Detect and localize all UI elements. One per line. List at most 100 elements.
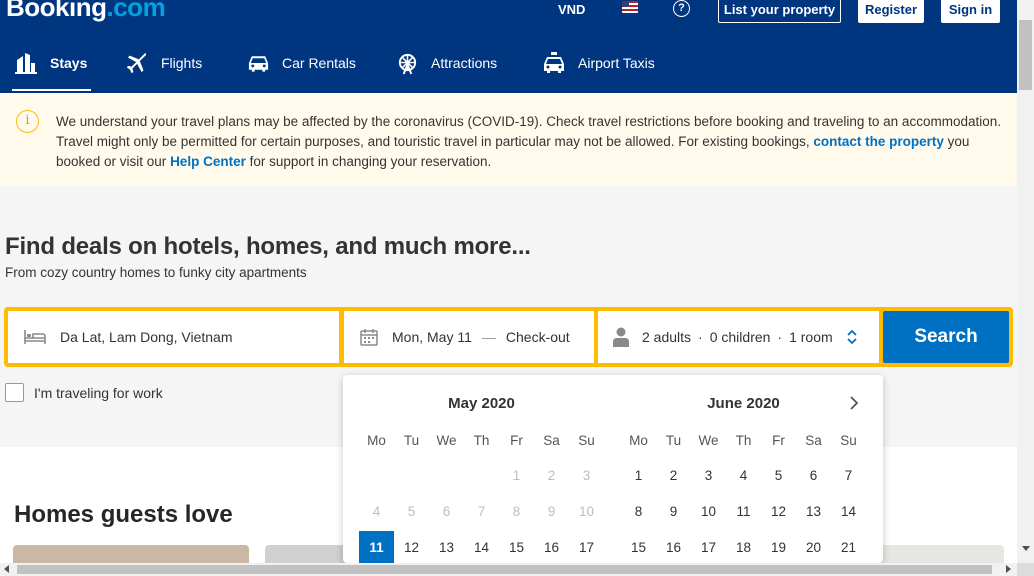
calendar-day[interactable]: 1 [621, 459, 656, 493]
tab-label: Flights [161, 55, 203, 71]
destination-input[interactable]: Da Lat, Lam Dong, Vietnam [8, 311, 339, 363]
booking-logo[interactable]: Booking.com [6, 0, 166, 23]
calendar-day[interactable]: 18 [726, 531, 761, 563]
taxi-icon [544, 52, 564, 73]
tab-attractions[interactable]: Attractions [396, 50, 497, 76]
sign-in-button[interactable]: Sign in [941, 0, 1000, 23]
weekday-label: Su [840, 433, 857, 448]
weekday-label: Sa [543, 433, 560, 448]
calendar-day[interactable]: 4 [726, 459, 761, 493]
scrollbar-thumb[interactable] [17, 565, 992, 574]
weekday-label: We [436, 433, 457, 448]
tab-flights[interactable]: Flights [127, 50, 202, 76]
calendar-day[interactable]: 3 [691, 459, 726, 493]
calendar-day[interactable]: 17 [691, 531, 726, 563]
weekday-label: Sa [805, 433, 822, 448]
work-travel-option[interactable]: I'm traveling for work [5, 383, 163, 402]
homes-guests-love-heading: Homes guests love [14, 501, 233, 528]
calendar-day[interactable]: 12 [394, 531, 429, 563]
scrollbar-thumb[interactable] [1019, 20, 1032, 90]
calendar-day: 4 [372, 504, 381, 519]
covid-notice: i We understand your travel plans may be… [0, 93, 1017, 186]
calendar-icon [360, 329, 378, 346]
home-thumbnail[interactable] [880, 545, 1004, 563]
work-travel-checkbox[interactable] [5, 383, 24, 402]
checkout-value: Check-out [505, 329, 570, 345]
person-icon [613, 327, 629, 347]
calendar-day[interactable]: 15 [499, 531, 534, 563]
calendar-day[interactable]: 11 [359, 531, 394, 563]
month-title: June 2020 [707, 395, 780, 412]
calendar-day[interactable]: 21 [831, 531, 866, 563]
weekday-label: Tu [403, 433, 420, 448]
calendar-day[interactable]: 16 [656, 531, 691, 563]
info-icon: i [16, 110, 39, 133]
calendar-day: 7 [477, 504, 486, 519]
calendar-day[interactable]: 12 [761, 495, 796, 529]
help-center-link[interactable]: Help Center [170, 154, 246, 169]
home-thumbnail[interactable] [265, 545, 355, 563]
calendar-day[interactable]: 5 [761, 459, 796, 493]
horizontal-scrollbar[interactable] [0, 563, 1017, 576]
calendar-day[interactable]: 10 [691, 495, 726, 529]
top-header: Booking.com VND ? List your property Reg… [0, 0, 1017, 93]
month-title: May 2020 [448, 395, 515, 412]
scroll-right-icon[interactable] [1006, 565, 1011, 573]
calendar-day[interactable]: 8 [621, 495, 656, 529]
help-icon[interactable]: ? [673, 0, 690, 17]
list-property-button[interactable]: List your property [718, 0, 841, 23]
calendar-day[interactable]: 14 [831, 495, 866, 529]
guests-selector[interactable]: 2 adults · 0 children · 1 room [598, 311, 879, 363]
calendar-day[interactable]: 14 [464, 531, 499, 563]
calendar-day: 2 [547, 468, 556, 483]
scroll-left-icon[interactable] [4, 565, 9, 573]
up-down-chevron-icon [847, 329, 857, 345]
weekday-label: Mo [629, 433, 648, 448]
tab-stays[interactable]: Stays [11, 50, 92, 91]
search-button[interactable]: Search [883, 311, 1009, 363]
calendar-day: 10 [578, 504, 595, 519]
chevron-right-icon[interactable] [846, 395, 862, 411]
tab-airport-taxis[interactable]: Airport Taxis [542, 50, 655, 76]
calendar-day[interactable]: 13 [796, 495, 831, 529]
calendar-day[interactable]: 6 [796, 459, 831, 493]
calendar-day[interactable]: 16 [534, 531, 569, 563]
calendar-day: 9 [547, 504, 556, 519]
checkin-value: Mon, May 11 [392, 329, 472, 345]
weekday-label: Th [473, 433, 490, 448]
date-separator: — [481, 329, 496, 345]
calendar-day[interactable]: 20 [796, 531, 831, 563]
weekday-label: Tu [665, 433, 682, 448]
calendar-day: 3 [582, 468, 591, 483]
tab-car-rentals[interactable]: Car Rentals [247, 50, 356, 76]
calendar-day[interactable]: 13 [429, 531, 464, 563]
tab-label: Stays [50, 55, 88, 71]
calendar-day[interactable]: 17 [569, 531, 604, 563]
tab-label: Car Rentals [282, 55, 356, 71]
weekday-label: Fr [772, 433, 785, 448]
date-picker-field[interactable]: Mon, May 11 — Check-out [344, 311, 594, 363]
register-button[interactable]: Register [858, 0, 924, 23]
rooms-count: 1 room [789, 329, 833, 345]
contact-property-link[interactable]: contact the property [813, 134, 944, 149]
work-travel-label: I'm traveling for work [34, 384, 163, 401]
calendar-day: 8 [512, 504, 521, 519]
currency-selector[interactable]: VND [558, 2, 585, 17]
destination-value: Da Lat, Lam Dong, Vietnam [60, 329, 233, 345]
calendar-day: 5 [407, 504, 416, 519]
calendar-day[interactable]: 9 [656, 495, 691, 529]
calendar-day[interactable]: 15 [621, 531, 656, 563]
calendar-day[interactable]: 2 [656, 459, 691, 493]
us-flag-icon[interactable] [622, 1, 638, 13]
weekday-label: Su [578, 433, 595, 448]
car-icon [248, 56, 269, 72]
calendar-day[interactable]: 7 [831, 459, 866, 493]
vertical-scrollbar[interactable] [1017, 0, 1034, 576]
calendar-day[interactable]: 11 [726, 495, 761, 529]
home-thumbnail[interactable] [13, 545, 249, 563]
calendar-day: 1 [512, 468, 521, 483]
calendar-day[interactable]: 19 [761, 531, 796, 563]
children-count: 0 children [709, 329, 771, 345]
weekday-label: We [698, 433, 719, 448]
scroll-down-icon[interactable] [1022, 546, 1030, 551]
